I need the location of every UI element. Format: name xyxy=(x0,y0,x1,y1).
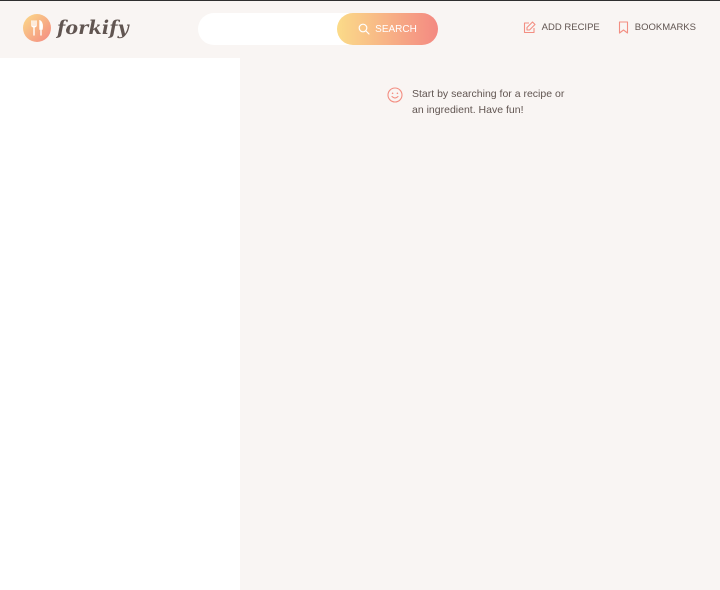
recipe-panel: Start by searching for a recipe or an in… xyxy=(240,58,720,590)
search-results-panel xyxy=(0,58,240,590)
edit-icon xyxy=(523,21,536,34)
search-form: Search xyxy=(198,13,438,45)
bookmarks-button[interactable]: Bookmarks xyxy=(618,21,696,34)
add-recipe-label: Add recipe xyxy=(541,22,600,33)
forkify-app: forkify Search Add recipe xyxy=(0,0,720,590)
search-icon xyxy=(358,23,370,35)
bookmarks-label: Bookmarks xyxy=(634,22,696,33)
bookmark-icon xyxy=(618,21,628,34)
smile-icon xyxy=(387,87,403,103)
search-button[interactable]: Search xyxy=(337,13,438,45)
start-message-text: Start by searching for a recipe or an in… xyxy=(412,88,565,116)
search-button-label: Search xyxy=(375,23,417,35)
logo-mark xyxy=(23,14,51,42)
nav: Add recipe Bookmarks xyxy=(523,21,696,34)
header: forkify Search Add recipe xyxy=(0,1,720,58)
start-message: Start by searching for a recipe or an in… xyxy=(387,86,567,118)
logo-text: forkify xyxy=(57,17,129,39)
logo[interactable]: forkify xyxy=(23,14,129,42)
fork-knife-icon xyxy=(31,20,43,36)
add-recipe-button[interactable]: Add recipe xyxy=(523,21,600,34)
